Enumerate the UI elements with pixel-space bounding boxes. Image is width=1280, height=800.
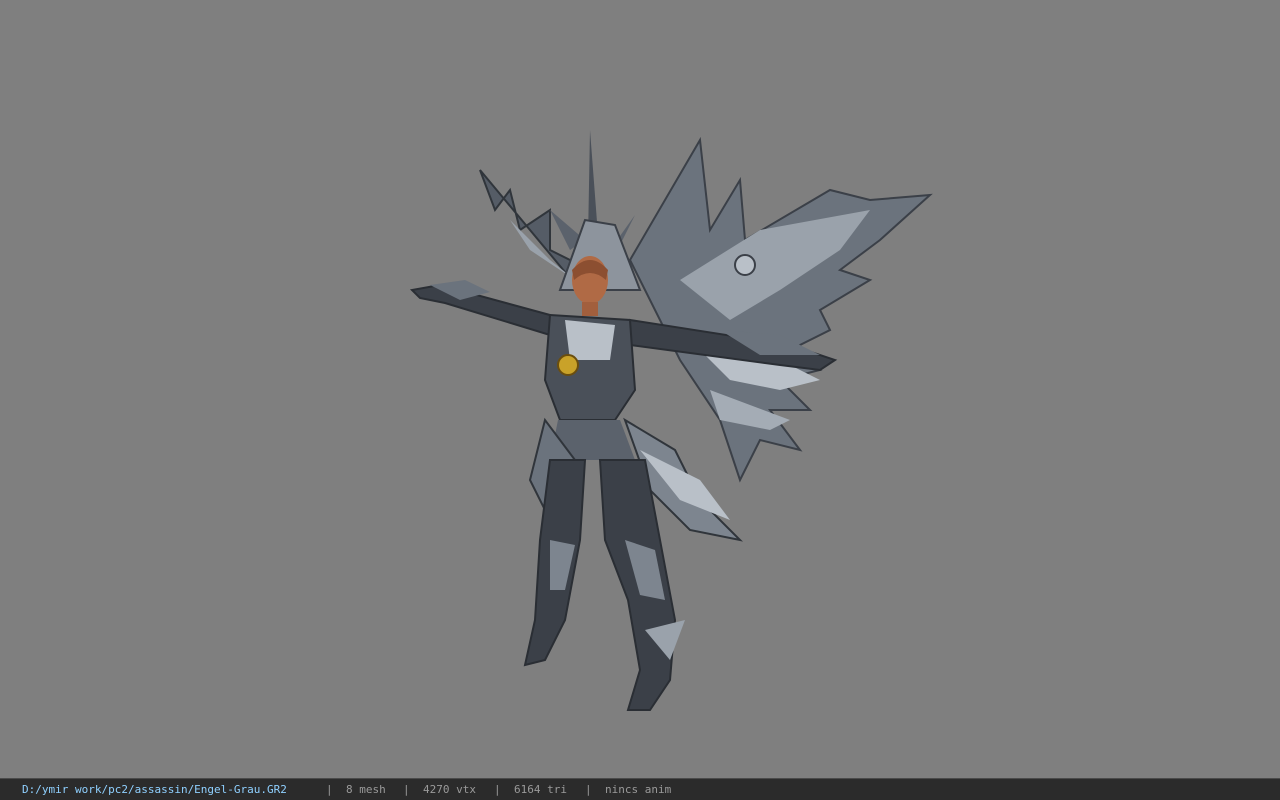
animation-status: nincs anim [605,783,672,796]
right-wing [628,136,933,483]
emblem-icon [557,354,579,376]
separator: | [585,783,592,796]
mesh-count: 8 mesh [346,783,386,796]
vertex-count: 4270 vtx [423,783,476,796]
separator: | [403,783,410,796]
head [572,256,608,316]
separator: | [494,783,501,796]
file-path: D:/ymir work/pc2/assassin/Engel-Grau.GR2 [22,783,287,796]
character-model[interactable] [400,120,940,720]
3d-viewport[interactable] [0,0,1280,778]
status-bar: D:/ymir work/pc2/assassin/Engel-Grau.GR2… [0,778,1280,800]
triangle-count: 6164 tri [514,783,567,796]
separator: | [326,783,333,796]
